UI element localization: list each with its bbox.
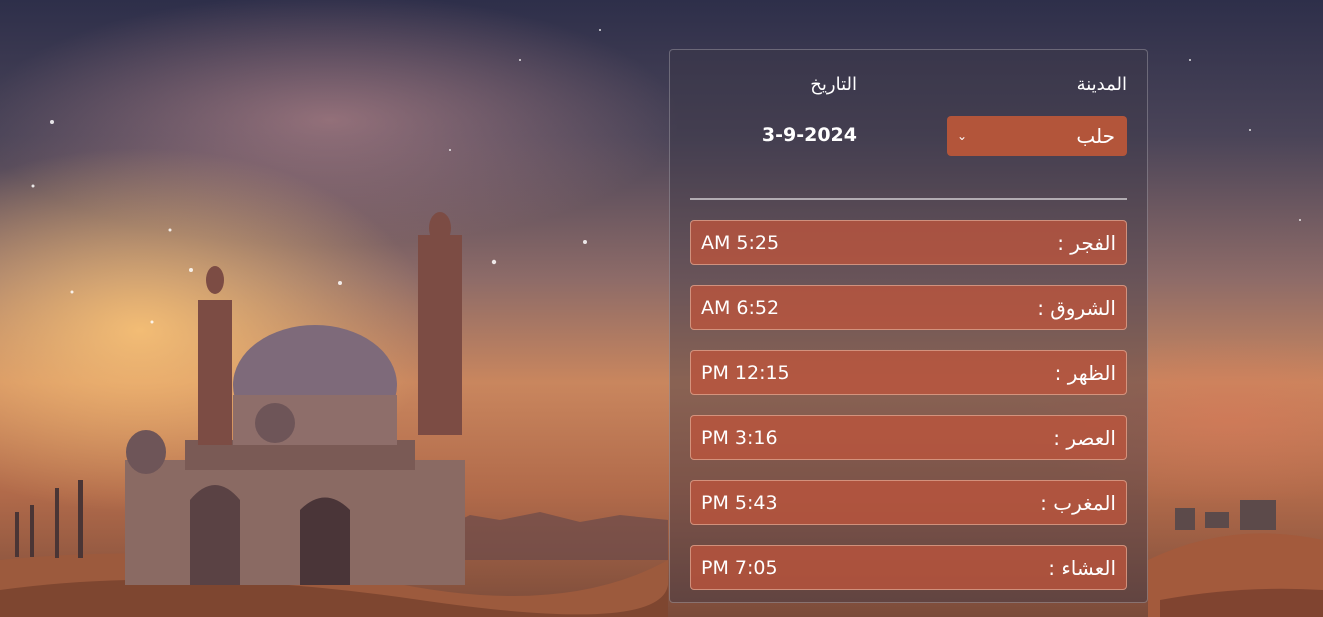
prayer-time: AM 5:25 — [701, 231, 780, 254]
prayer-name: المغرب : — [1040, 490, 1116, 515]
city-select[interactable]: حلب ⌄ — [947, 116, 1127, 156]
prayer-time: AM 6:52 — [701, 296, 780, 319]
prayer-time: PM 5:43 — [701, 491, 778, 514]
prayer-name: العشاء : — [1048, 555, 1116, 580]
city-label: المدينة — [1076, 74, 1127, 95]
prayer-list: الفجر : AM 5:25 الشروق : AM 6:52 الظهر :… — [690, 220, 1127, 610]
prayer-row-asr: العصر : PM 3:16 — [690, 415, 1127, 460]
prayer-time: PM 7:05 — [701, 556, 778, 579]
city-select-value: حلب — [1076, 124, 1115, 148]
prayer-row-dhuhr: الظهر : PM 12:15 — [690, 350, 1127, 395]
prayer-row-fajr: الفجر : AM 5:25 — [690, 220, 1127, 265]
chevron-down-icon: ⌄ — [957, 129, 968, 143]
divider — [690, 198, 1127, 200]
prayer-time: PM 3:16 — [701, 426, 778, 449]
prayer-name: الفجر : — [1057, 230, 1116, 255]
prayer-time: PM 12:15 — [701, 361, 790, 384]
date-label: التاريخ — [810, 74, 857, 95]
prayer-row-isha: العشاء : PM 7:05 — [690, 545, 1127, 590]
prayer-row-maghrib: المغرب : PM 5:43 — [690, 480, 1127, 525]
prayer-row-sunrise: الشروق : AM 6:52 — [690, 285, 1127, 330]
date-value: 3-9-2024 — [761, 124, 857, 146]
panel-header: المدينة التاريخ حلب ⌄ 3-9-2024 — [690, 74, 1127, 164]
prayer-times-panel: المدينة التاريخ حلب ⌄ 3-9-2024 الفجر : A… — [669, 49, 1148, 603]
prayer-name: الظهر : — [1054, 360, 1116, 385]
prayer-name: العصر : — [1053, 425, 1116, 450]
prayer-name: الشروق : — [1037, 295, 1116, 320]
